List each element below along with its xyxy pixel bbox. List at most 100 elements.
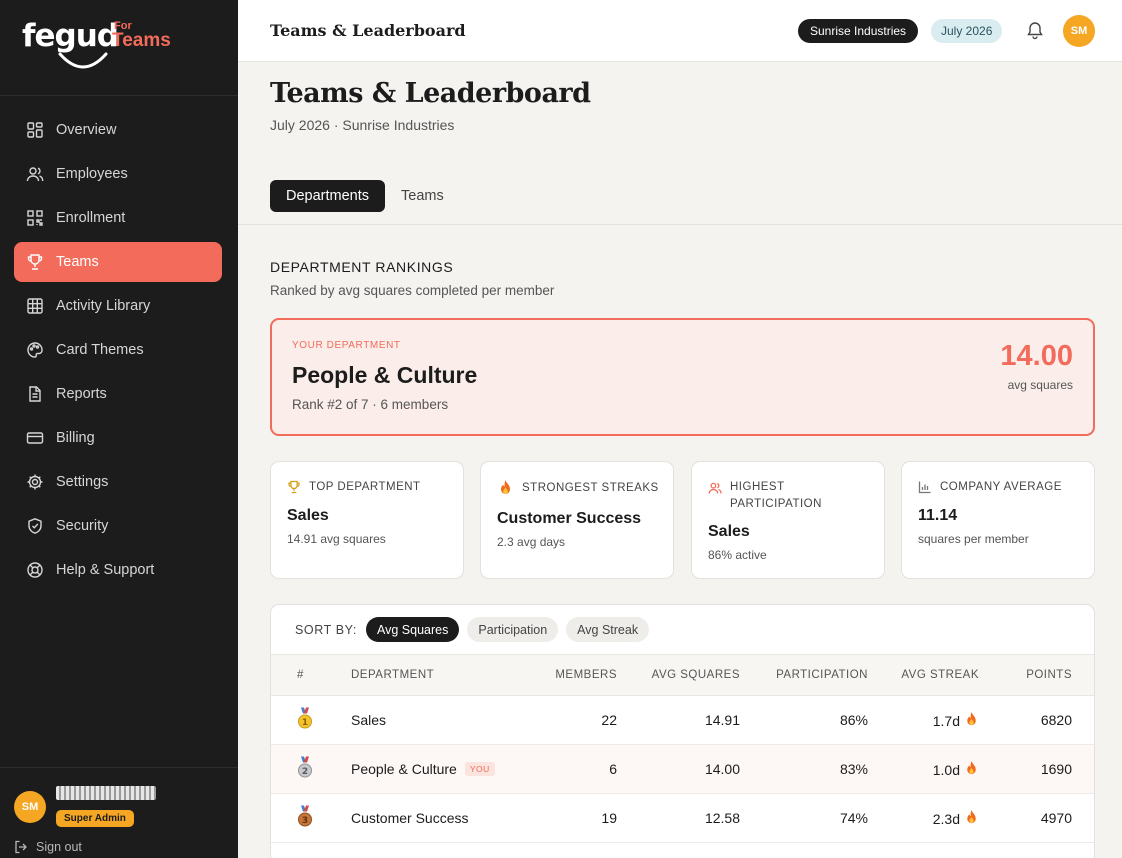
- stat-value: Sales: [287, 507, 329, 524]
- table-row[interactable]: 2 People & Culture YOU 6 14.00 83% 1.0d 1…: [271, 745, 1094, 794]
- sidebar-item-label: Security: [56, 518, 109, 534]
- view-tabs: Departments Teams: [270, 180, 460, 212]
- topbar-title: Teams & Leaderboard: [270, 21, 466, 40]
- tab-teams[interactable]: Teams: [385, 180, 460, 212]
- column-header-avg-streak: AVG STREAK: [901, 669, 979, 681]
- sort-label: SORT BY:: [295, 622, 358, 637]
- month-selector[interactable]: July 2026: [931, 19, 1003, 43]
- department-name: People & Culture: [351, 761, 457, 777]
- members-cell: 6: [609, 761, 617, 777]
- smile-logo-mark: [58, 52, 108, 69]
- user-panel: SM Super Admin Sign out: [0, 767, 238, 858]
- avg-streak-cell: 1.7d: [933, 711, 979, 729]
- top-bar: Teams & Leaderboard Sunrise Industries J…: [238, 0, 1122, 62]
- brand-logo[interactable]: fegud For Teams: [0, 0, 238, 96]
- sidebar-item-card-themes[interactable]: Card Themes: [14, 330, 222, 370]
- you-badge: YOU: [464, 762, 495, 776]
- sort-bar: SORT BY: Avg Squares Participation Avg S…: [295, 617, 657, 642]
- gear-icon: [26, 473, 44, 491]
- your-department-label: YOUR DEPARTMENT: [292, 340, 401, 351]
- avg-squares-cell: 14.91: [704, 712, 740, 728]
- divider: [238, 224, 1122, 225]
- sign-out-link[interactable]: Sign out: [14, 840, 82, 854]
- palette-icon: [26, 341, 44, 359]
- sidebar-item-help-support[interactable]: Help & Support: [14, 550, 222, 590]
- avatar[interactable]: SM: [14, 791, 46, 823]
- department-name: Sales: [351, 712, 387, 728]
- sidebar-item-settings[interactable]: Settings: [14, 462, 222, 502]
- sidebar-item-label: Activity Library: [56, 298, 151, 314]
- participation-cell: 86%: [839, 712, 868, 728]
- sidebar-item-billing[interactable]: Billing: [14, 418, 222, 458]
- stat-value: Sales: [708, 523, 750, 540]
- avg-streak-value: 2.3d: [932, 811, 960, 827]
- points-cell: 1690: [1040, 761, 1072, 777]
- sidebar-item-label: Help & Support: [56, 562, 155, 578]
- flame-icon: [497, 479, 514, 497]
- sidebar-item-teams[interactable]: Teams: [14, 242, 222, 282]
- credit-card-icon: [26, 429, 44, 447]
- sort-avg-squares-chip[interactable]: Avg Squares: [366, 617, 460, 642]
- sidebar-item-employees[interactable]: Employees: [14, 154, 222, 194]
- table-row[interactable]: [271, 843, 1094, 858]
- sidebar-nav: Overview Employees Enrollment Teams Acti…: [14, 110, 222, 594]
- avg-streak-cell: 2.3d: [933, 809, 979, 827]
- sidebar-item-security[interactable]: Security: [14, 506, 222, 546]
- stat-card-company-average: COMPANY AVERAGE 11.14 squares per member: [901, 461, 1095, 579]
- sidebar-item-label: Card Themes: [56, 342, 144, 358]
- page-title: Teams & Leaderboard: [270, 78, 591, 109]
- participation-cell: 74%: [839, 810, 868, 826]
- avg-squares-cell: 12.58: [704, 810, 740, 826]
- stat-note: squares per member: [918, 532, 1029, 546]
- column-header-points: POINTS: [1026, 669, 1072, 681]
- sidebar-item-label: Billing: [56, 430, 95, 446]
- svg-text:3: 3: [302, 816, 308, 826]
- department-name: Customer Success: [351, 810, 469, 826]
- sidebar-item-label: Enrollment: [56, 210, 126, 226]
- table-row[interactable]: 3 Customer Success 19 12.58 74% 2.3d 497…: [271, 794, 1094, 843]
- sidebar-item-label: Reports: [56, 386, 107, 402]
- sidebar-item-overview[interactable]: Overview: [14, 110, 222, 150]
- stat-card-top-department: TOP DEPARTMENT Sales 14.91 avg squares: [270, 461, 464, 579]
- stat-label: HIGHEST PARTICIPATION: [730, 481, 822, 510]
- sign-out-label: Sign out: [36, 840, 82, 854]
- table-row[interactable]: 1 Sales 22 14.91 86% 1.7d 6820: [271, 696, 1094, 745]
- users-icon: [26, 165, 44, 183]
- members-cell: 22: [601, 712, 617, 728]
- flame-icon: [967, 761, 976, 775]
- section-subtitle: Ranked by avg squares completed per memb…: [270, 283, 555, 298]
- bell-icon[interactable]: [1025, 20, 1045, 40]
- avg-streak-value: 1.0d: [932, 762, 960, 778]
- sidebar-item-reports[interactable]: Reports: [14, 374, 222, 414]
- your-department-score: 14.00: [1000, 340, 1073, 372]
- section-title: DEPARTMENT RANKINGS: [270, 259, 454, 275]
- sort-avg-streak-chip[interactable]: Avg Streak: [566, 617, 650, 642]
- tab-departments[interactable]: Departments: [270, 180, 386, 212]
- document-icon: [26, 385, 44, 403]
- flame-icon: [967, 810, 976, 824]
- table-header: # DEPARTMENT MEMBERS AVG SQUARES PARTICI…: [271, 654, 1094, 696]
- sidebar-item-enrollment[interactable]: Enrollment: [14, 198, 222, 238]
- shield-icon: [26, 517, 44, 535]
- stat-label: COMPANY AVERAGE: [940, 481, 1062, 493]
- avg-streak-cell: 1.0d: [933, 760, 979, 778]
- table-grid-icon: [26, 297, 44, 315]
- bronze-medal-icon: 3: [297, 805, 313, 831]
- lifebuoy-icon: [26, 561, 44, 579]
- sidebar-item-activity-library[interactable]: Activity Library: [14, 286, 222, 326]
- user-avatar[interactable]: SM: [1063, 15, 1095, 47]
- gold-medal-icon: 1: [297, 707, 313, 733]
- brand-name: fegud: [22, 18, 119, 54]
- sort-participation-chip[interactable]: Participation: [467, 617, 559, 642]
- sidebar-item-label: Teams: [56, 254, 99, 270]
- sidebar-item-label: Settings: [56, 474, 109, 490]
- sidebar-item-label: Employees: [56, 166, 128, 182]
- avg-streak-value: 1.7d: [932, 713, 960, 729]
- stat-value: Customer Success: [497, 510, 642, 527]
- company-selector[interactable]: Sunrise Industries: [798, 19, 919, 43]
- column-header-members: MEMBERS: [555, 669, 617, 681]
- your-department-card: YOUR DEPARTMENT People & Culture Rank #2…: [270, 318, 1095, 436]
- stat-note: 14.91 avg squares: [287, 532, 386, 546]
- trophy-icon: [287, 480, 301, 494]
- stat-label: TOP DEPARTMENT: [309, 481, 421, 493]
